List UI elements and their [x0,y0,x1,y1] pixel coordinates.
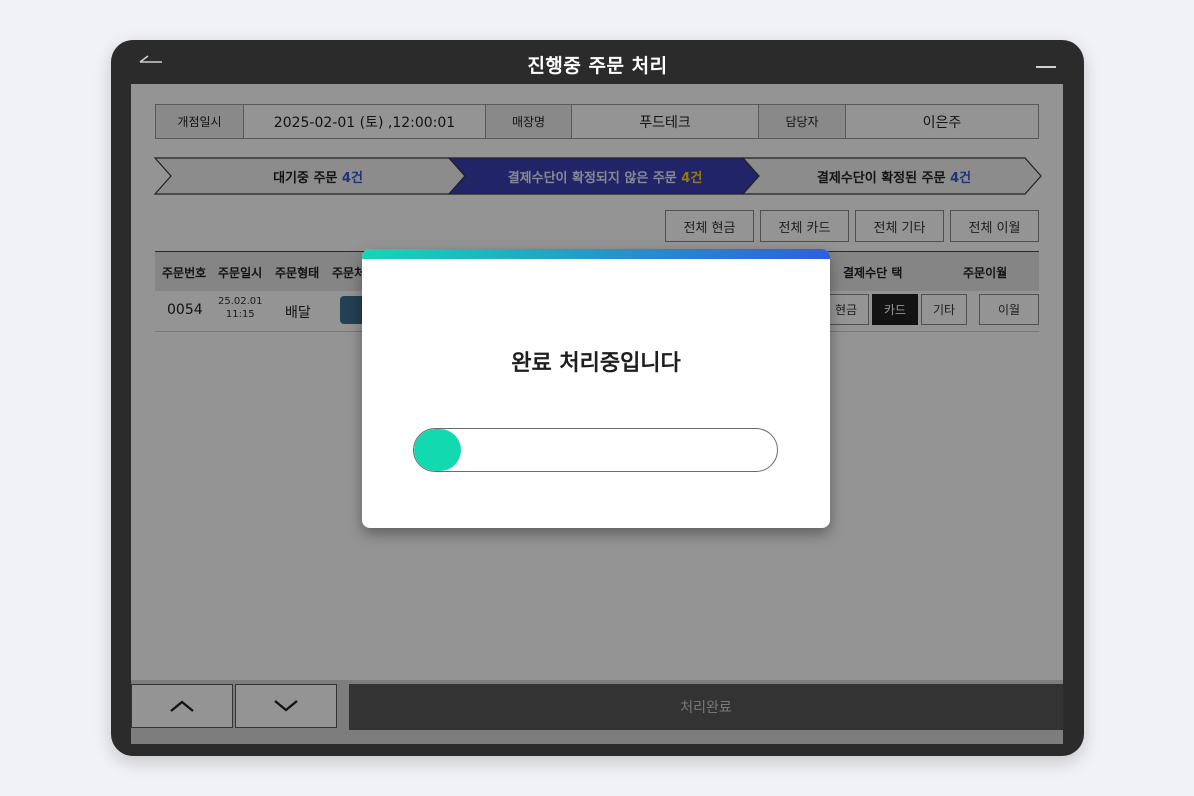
bottom-overlay [131,680,1063,744]
progress-bar [413,428,778,472]
title-bar: 진행중 주문 처리 [111,40,1084,84]
dialog-accent-bar [362,249,830,259]
bottom-action-bar: 처리완료 [131,680,1063,744]
page-title: 진행중 주문 처리 [527,55,668,77]
progress-fill [414,429,461,471]
processing-message: 완료 처리중입니다 [511,351,681,376]
minimize-icon[interactable] [1036,66,1056,68]
processing-dialog: 완료 처리중입니다 [362,249,830,528]
